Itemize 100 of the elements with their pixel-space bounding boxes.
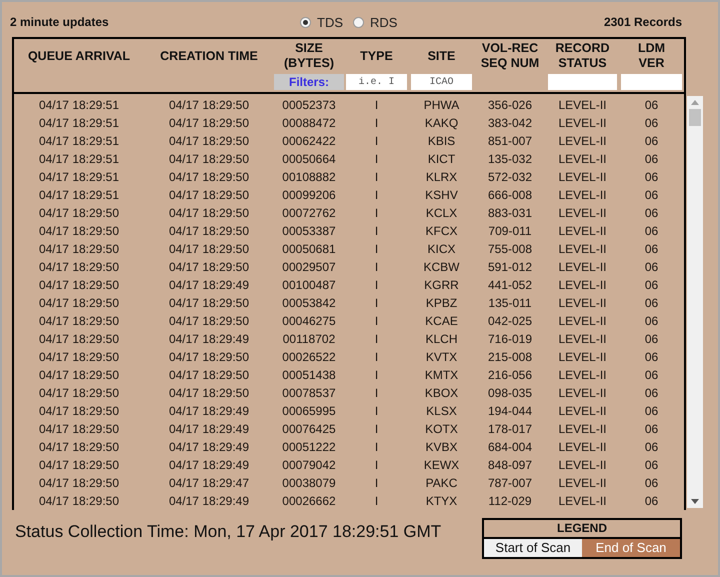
table-cell-text: 04/17 18:29:49 <box>168 422 250 436</box>
scroll-down-icon[interactable] <box>691 499 699 504</box>
table-cell-text: 04/17 18:29:50 <box>38 386 120 400</box>
table-cell-text: I <box>374 278 380 292</box>
table-cell-text: 06 <box>644 170 660 184</box>
scroll-thumb[interactable] <box>689 109 701 126</box>
table-cell-text: PAKC <box>424 476 458 490</box>
table-cell-text: 787-007 <box>486 476 534 490</box>
table-cell-text: I <box>374 224 380 238</box>
table-cell-text: 572-032 <box>486 170 534 184</box>
table-cell-text: 04/17 18:29:50 <box>168 224 250 238</box>
table-cell-text: 04/17 18:29:51 <box>38 116 120 130</box>
table-cell-text: KSHV <box>424 188 459 202</box>
table-cell-text: 00050681 <box>281 242 337 256</box>
table-cell-text: 06 <box>644 278 660 292</box>
table-cell-text: LEVEL-II <box>557 494 608 508</box>
table-cell-text: 00108882 <box>281 170 337 184</box>
table-cell-text: 684-004 <box>486 440 534 454</box>
table-cell-text: 06 <box>644 242 660 256</box>
table-cell-text: 04/17 18:29:50 <box>38 242 120 256</box>
table-cell-text: LEVEL-II <box>557 98 608 112</box>
filter-field[interactable]: i.e. I <box>346 74 407 90</box>
table-cell-text: 04/17 18:29:51 <box>38 98 120 112</box>
radio-option[interactable]: RDS <box>353 14 398 30</box>
table-cell-text: 383-042 <box>486 116 534 130</box>
table-cell-text: 215-008 <box>486 350 534 364</box>
column-header: SITE <box>426 48 456 64</box>
table-cell-text: 06 <box>644 116 660 130</box>
table-cell-text: 04/17 18:29:50 <box>168 98 250 112</box>
table-cell-text: I <box>374 476 380 490</box>
radio-icon[interactable] <box>300 16 311 28</box>
table-cell-text: KTYX <box>424 494 458 508</box>
table-cell-text: 06 <box>644 332 660 346</box>
filter-field[interactable] <box>621 74 682 90</box>
table-cell-text: 06 <box>644 476 660 490</box>
table-cell-text: 755-008 <box>486 242 534 256</box>
table-cell-text: I <box>374 134 380 148</box>
table-cell-text: 178-017 <box>486 422 534 436</box>
table-cell-text: 06 <box>644 224 660 238</box>
table-cell-text: LEVEL-II <box>557 404 608 418</box>
table-cell-text: 04/17 18:29:50 <box>38 278 120 292</box>
table-cell-text: 848-097 <box>486 458 534 472</box>
table-cell-text: 04/17 18:29:50 <box>168 296 250 310</box>
table-cell-text: 00051438 <box>281 368 337 382</box>
scroll-up-icon[interactable] <box>691 100 699 105</box>
table-cell-text: LEVEL-II <box>557 116 608 130</box>
table-cell-text: 04/17 18:29:50 <box>38 206 120 220</box>
table-cell-text: KCBW <box>422 260 460 274</box>
table-cell-text: LEVEL-II <box>557 296 608 310</box>
filter-field[interactable] <box>548 74 617 90</box>
radio-option[interactable]: TDS <box>300 14 343 30</box>
table-cell-text: LEVEL-II <box>557 224 608 238</box>
table-cell-text: KLSX <box>425 404 458 418</box>
table-cell-text: 00050664 <box>281 152 337 166</box>
table-cell-text: 356-026 <box>486 98 534 112</box>
table-cell-text: 666-008 <box>486 188 534 202</box>
table-cell-text: 04/17 18:29:50 <box>38 260 120 274</box>
radio-icon[interactable] <box>353 16 364 28</box>
table-cell-text: I <box>374 440 380 454</box>
table-cell-text: I <box>374 350 380 364</box>
table-cell-text: I <box>374 386 380 400</box>
table-cell-text: LEVEL-II <box>557 332 608 346</box>
table-cell-text: 00088472 <box>281 116 337 130</box>
table-cell-text: 00100487 <box>281 278 337 292</box>
table-cell-text: KGRR <box>423 278 460 292</box>
table-cell-text: 04/17 18:29:51 <box>38 152 120 166</box>
table-cell-text: 00026522 <box>281 350 337 364</box>
table-cell-text: 06 <box>644 152 660 166</box>
table-cell-text: 00078537 <box>281 386 337 400</box>
table-cell-text: 04/17 18:29:50 <box>168 350 250 364</box>
table-cell-text: 04/17 18:29:50 <box>38 458 120 472</box>
table-cell-text: 04/17 18:29:50 <box>38 296 120 310</box>
table-cell-text: I <box>374 98 380 112</box>
table-cell-text: 00046275 <box>281 314 337 328</box>
table-cell-text: 194-044 <box>486 404 534 418</box>
table-cell-text: LEVEL-II <box>557 134 608 148</box>
table-cell-text: 00051222 <box>281 440 337 454</box>
table-cell-text: 04/17 18:29:50 <box>168 368 250 382</box>
column-header: TYPE <box>359 48 394 64</box>
table-cell-text: I <box>374 314 380 328</box>
table-cell-text: 098-035 <box>486 386 534 400</box>
table-cell-text: KCLX <box>424 206 458 220</box>
table-cell-text: 06 <box>644 98 660 112</box>
table-cell-text: 04/17 18:29:50 <box>168 188 250 202</box>
legend-item: End of Scan <box>582 539 680 557</box>
table-cell-text: 06 <box>644 458 660 472</box>
table-cell-text: LEVEL-II <box>557 368 608 382</box>
table-cell-text: 06 <box>644 260 660 274</box>
table-cell-text: 00052373 <box>281 98 337 112</box>
table-cell-text: KLRX <box>424 170 458 184</box>
filter-field[interactable]: ICAO <box>411 74 472 90</box>
table-cell-text: 04/17 18:29:50 <box>38 404 120 418</box>
table-cell-text: 00026662 <box>281 494 337 508</box>
update-note: 2 minute updates <box>10 15 110 29</box>
table-cell-text: 04/17 18:29:51 <box>38 170 120 184</box>
table-cell-text: 04/17 18:29:50 <box>168 314 250 328</box>
table-cell-text: 06 <box>644 368 660 382</box>
table-cell-text: 00053842 <box>281 296 337 310</box>
scrollbar[interactable] <box>687 96 703 508</box>
table-cell-text: 06 <box>644 350 660 364</box>
